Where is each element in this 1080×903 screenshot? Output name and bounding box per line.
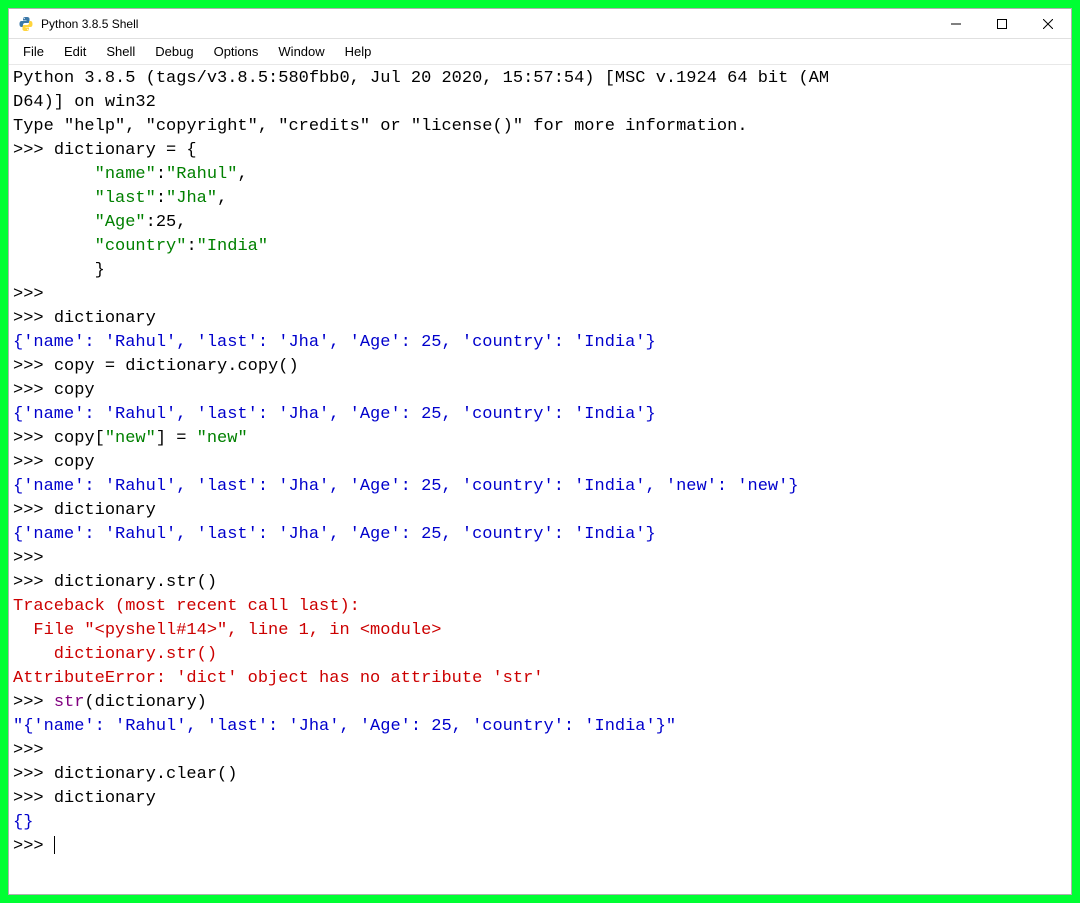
traceback-line: AttributeError: 'dict' object has no att… <box>13 669 544 688</box>
str-literal: "Age" <box>95 213 146 232</box>
banner-line: Type "help", "copyright", "credits" or "… <box>13 117 748 136</box>
str-literal: "name" <box>95 165 156 184</box>
comma: , <box>176 213 186 232</box>
close-button[interactable] <box>1025 9 1071 39</box>
menu-debug[interactable]: Debug <box>145 41 203 62</box>
code-input: dictionary <box>54 789 156 808</box>
int-literal: 25 <box>156 213 176 232</box>
str-literal: "country" <box>95 237 187 256</box>
menu-options[interactable]: Options <box>204 41 269 62</box>
prompt: >>> <box>13 693 54 712</box>
code-input: dictionary <box>54 501 156 520</box>
prompt: >>> <box>13 789 54 808</box>
str-literal: "Rahul" <box>166 165 237 184</box>
traceback-line: File "<pyshell#14>", line 1, in <module> <box>13 621 441 640</box>
text-cursor <box>54 836 55 854</box>
indent <box>13 189 95 208</box>
code-input: dictionary.str() <box>54 573 217 592</box>
prompt: >>> <box>13 309 54 328</box>
close-brace: } <box>95 261 105 280</box>
window-title: Python 3.8.5 Shell <box>41 17 933 31</box>
output: {} <box>13 813 33 832</box>
traceback-line: Traceback (most recent call last): <box>13 597 360 616</box>
str-literal: "new" <box>105 429 156 448</box>
prompt: >>> <box>13 141 54 160</box>
prompt: >>> <box>13 429 54 448</box>
prompt: >>> <box>13 549 54 568</box>
python-icon <box>17 15 35 33</box>
output: {'name': 'Rahul', 'last': 'Jha', 'Age': … <box>13 477 799 496</box>
output: {'name': 'Rahul', 'last': 'Jha', 'Age': … <box>13 525 656 544</box>
comma: , <box>237 165 247 184</box>
indent <box>13 213 95 232</box>
output: {'name': 'Rahul', 'last': 'Jha', 'Age': … <box>13 333 656 352</box>
prompt: >>> <box>13 837 54 856</box>
code-input: copy[ <box>54 429 105 448</box>
comma: , <box>217 189 227 208</box>
prompt: >>> <box>13 357 54 376</box>
prompt: >>> <box>13 381 54 400</box>
shell-text-area[interactable]: Python 3.8.5 (tags/v3.8.5:580fbb0, Jul 2… <box>9 65 1071 894</box>
menu-file[interactable]: File <box>13 41 54 62</box>
code-input: ] = <box>156 429 197 448</box>
maximize-button[interactable] <box>979 9 1025 39</box>
code-input: copy <box>54 453 95 472</box>
code-input: (dictionary) <box>84 693 206 712</box>
titlebar[interactable]: Python 3.8.5 Shell <box>9 9 1071 39</box>
indent <box>13 261 95 280</box>
code-input: copy = dictionary.copy() <box>54 357 299 376</box>
indent <box>13 165 95 184</box>
str-literal: "India" <box>197 237 268 256</box>
prompt: >>> <box>13 765 54 784</box>
menubar: File Edit Shell Debug Options Window Hel… <box>9 39 1071 65</box>
menu-window[interactable]: Window <box>268 41 334 62</box>
code-input: dictionary = { <box>54 141 197 160</box>
indent <box>13 237 95 256</box>
output: {'name': 'Rahul', 'last': 'Jha', 'Age': … <box>13 405 656 424</box>
code-input: dictionary <box>54 309 156 328</box>
menu-shell[interactable]: Shell <box>96 41 145 62</box>
colon: : <box>156 189 166 208</box>
code-input: copy <box>54 381 95 400</box>
colon: : <box>146 213 156 232</box>
output: "{'name': 'Rahul', 'last': 'Jha', 'Age':… <box>13 717 676 736</box>
python-shell-window: Python 3.8.5 Shell File Edit Shell Debug… <box>8 8 1072 895</box>
traceback-line: dictionary.str() <box>13 645 217 664</box>
str-literal: "Jha" <box>166 189 217 208</box>
prompt: >>> <box>13 285 54 304</box>
prompt: >>> <box>13 741 54 760</box>
menu-edit[interactable]: Edit <box>54 41 96 62</box>
str-literal: "last" <box>95 189 156 208</box>
colon: : <box>156 165 166 184</box>
prompt: >>> <box>13 573 54 592</box>
prompt: >>> <box>13 453 54 472</box>
code-input: dictionary.clear() <box>54 765 238 784</box>
banner-line: Python 3.8.5 (tags/v3.8.5:580fbb0, Jul 2… <box>13 69 829 88</box>
banner-line: D64)] on win32 <box>13 93 156 112</box>
minimize-button[interactable] <box>933 9 979 39</box>
str-literal: "new" <box>197 429 248 448</box>
menu-help[interactable]: Help <box>335 41 382 62</box>
prompt: >>> <box>13 501 54 520</box>
colon: : <box>186 237 196 256</box>
builtin: str <box>54 693 85 712</box>
